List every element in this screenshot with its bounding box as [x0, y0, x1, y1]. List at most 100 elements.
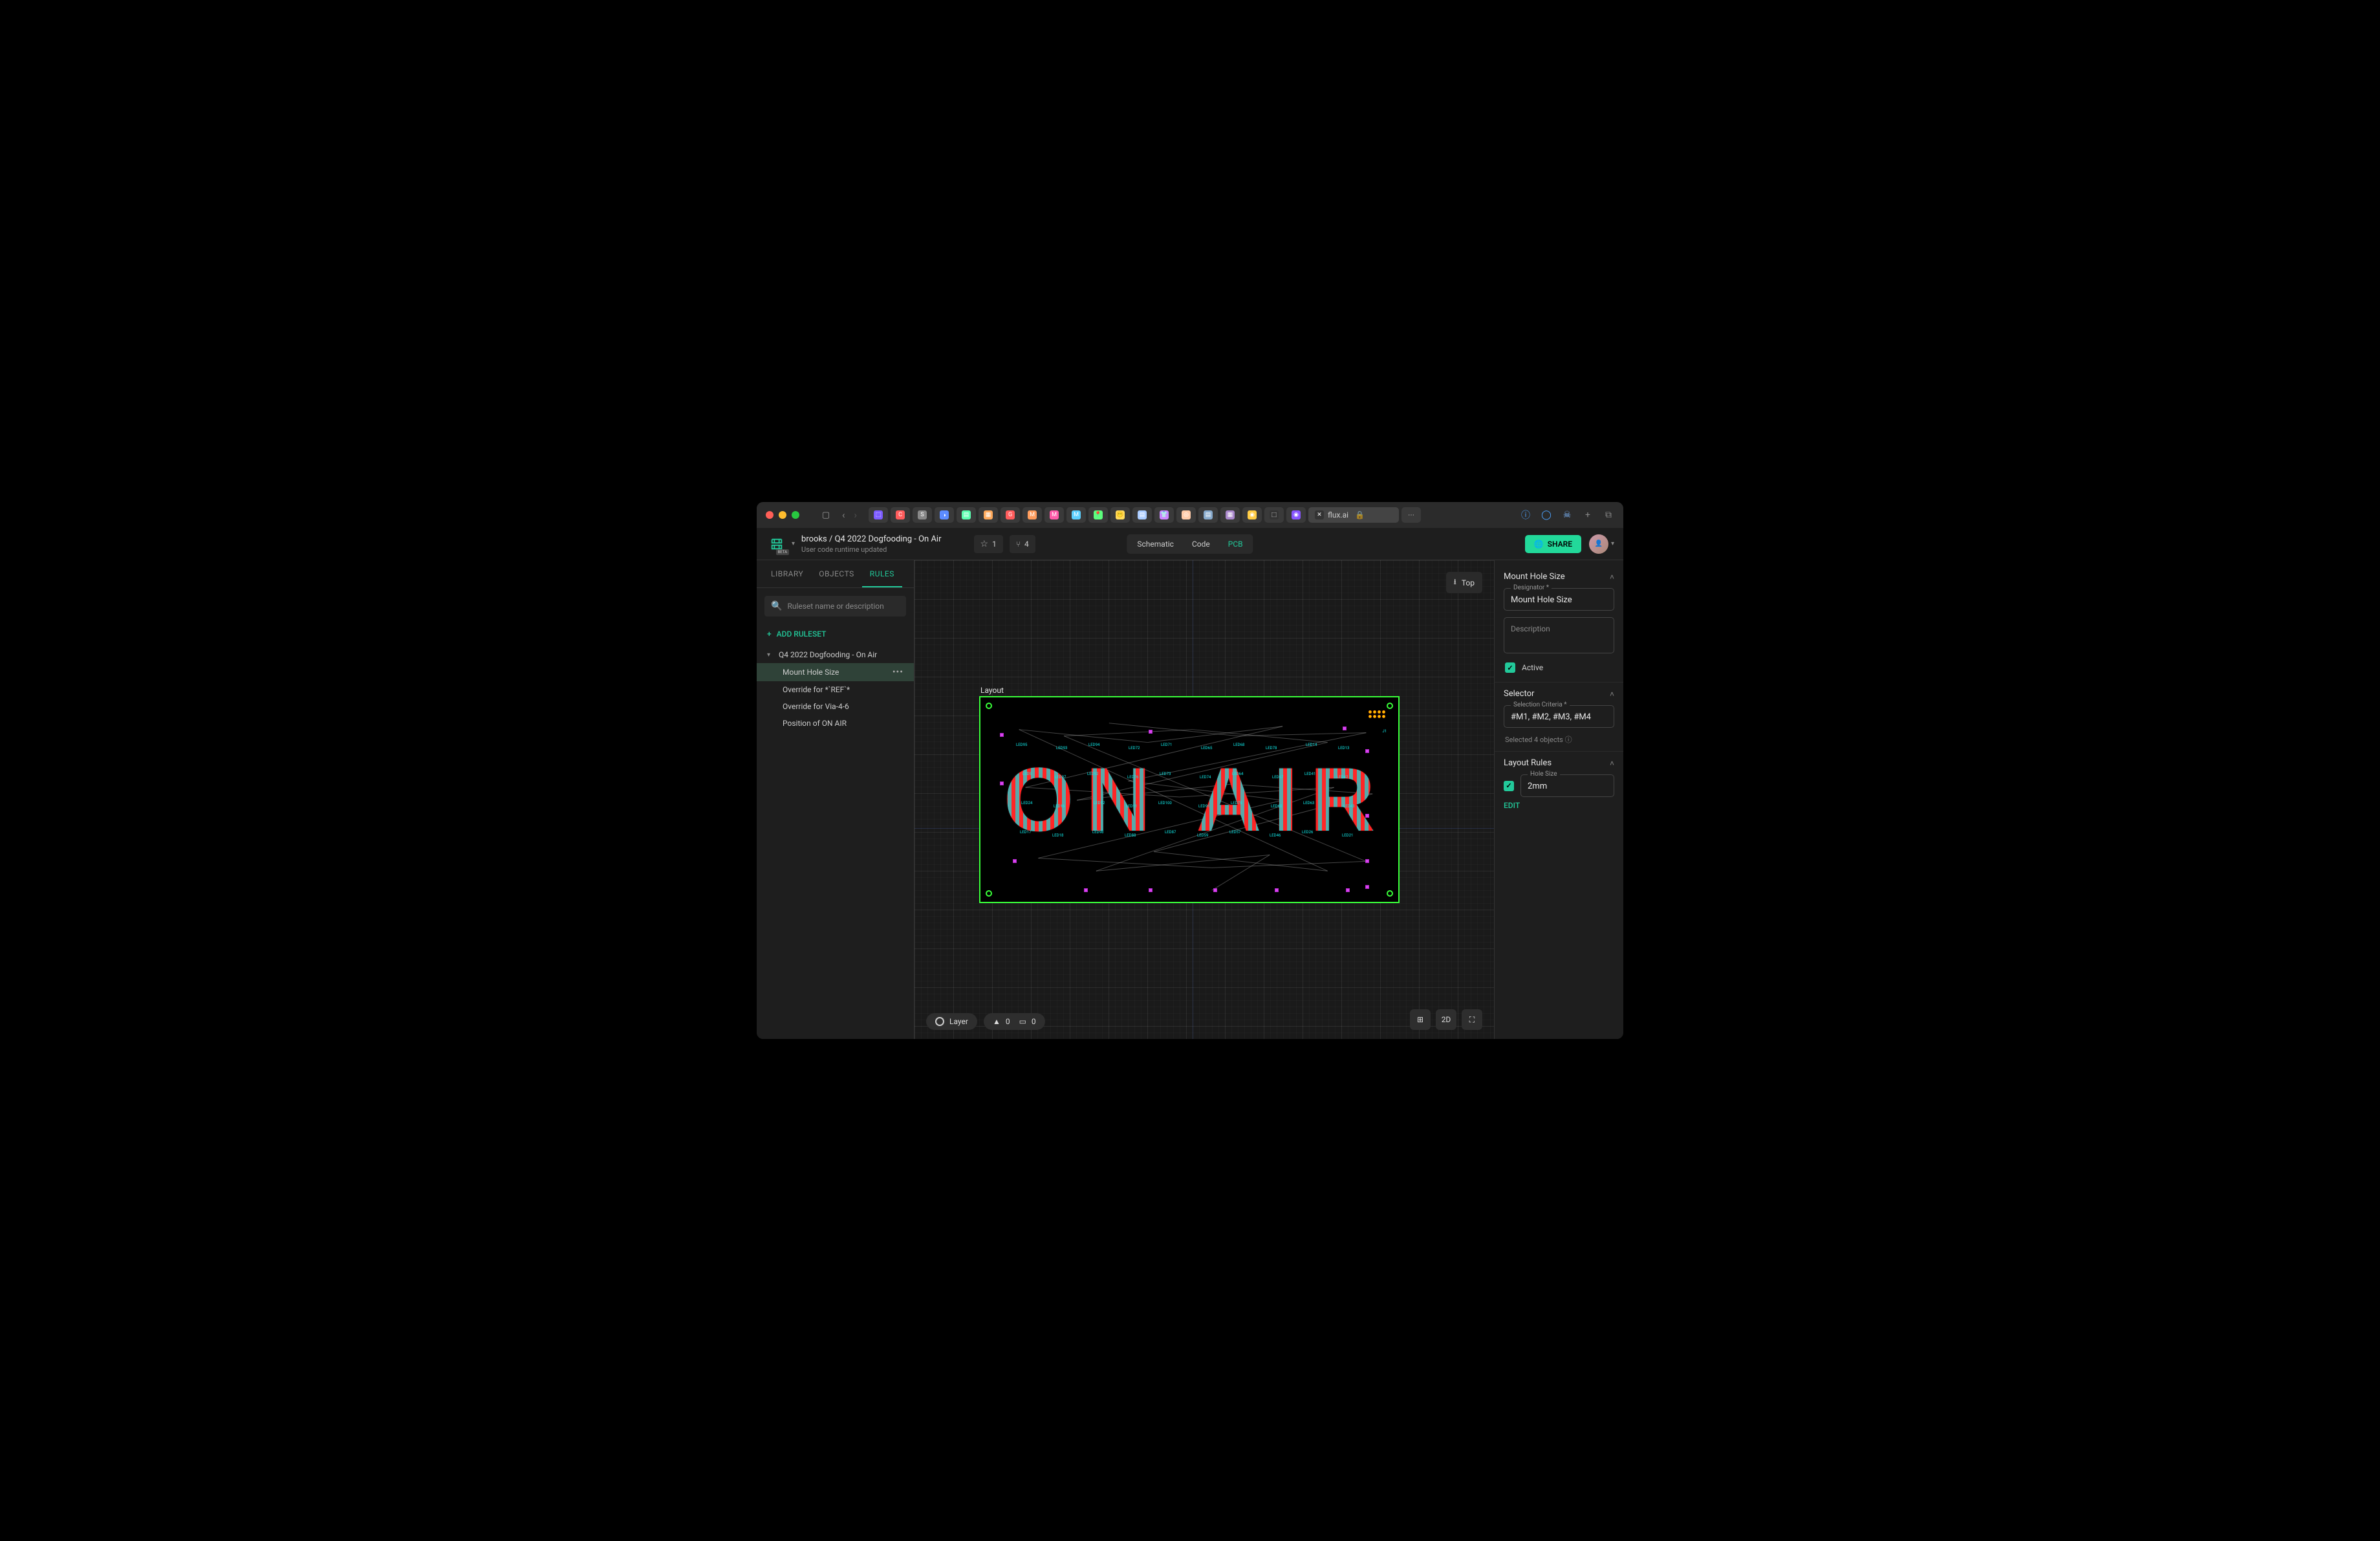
- skull-icon[interactable]: ☠: [1561, 509, 1573, 521]
- rules-search-input[interactable]: [787, 602, 900, 611]
- browser-tabs: ⬚CS◑▤▦GMMM📍😶▤👕◎▤▦◉⬚◉✕flux.ai🔒⋯: [869, 507, 1513, 523]
- rule-item[interactable]: Override for Via-4-6: [757, 698, 914, 715]
- edit-button[interactable]: EDIT: [1504, 797, 1614, 814]
- view-2d-button[interactable]: 2D: [1436, 1009, 1456, 1030]
- smd-pad: [1343, 727, 1347, 730]
- minimize-window-button[interactable]: [779, 511, 786, 519]
- grid-toggle-button[interactable]: ⊞: [1410, 1009, 1431, 1030]
- browser-tab[interactable]: 👕: [1154, 507, 1174, 523]
- browser-tab[interactable]: M: [1066, 507, 1086, 523]
- layer-selector[interactable]: Layer: [926, 1013, 977, 1030]
- active-checkbox-row[interactable]: ✓ Active: [1504, 660, 1614, 675]
- sidebar-tab-objects[interactable]: OBJECTS: [811, 560, 862, 587]
- sidebar-tab-rules[interactable]: RULES: [862, 560, 902, 587]
- star-button[interactable]: ☆ 1: [974, 535, 1003, 553]
- logo-dropdown-icon[interactable]: ▾: [792, 540, 795, 547]
- rule-title: Mount Hole Size: [1504, 572, 1565, 582]
- fullscreen-button[interactable]: ⛶: [1462, 1009, 1482, 1030]
- hole-size-label: Hole Size: [1528, 770, 1560, 778]
- browser-tab[interactable]: ⬚: [869, 507, 888, 523]
- hole-size-input[interactable]: [1528, 781, 1607, 791]
- browser-tab[interactable]: C: [891, 507, 910, 523]
- hole-size-checkbox[interactable]: ✓: [1504, 781, 1514, 791]
- chevron-up-icon: ˄: [1610, 690, 1614, 699]
- browser-tab[interactable]: S: [913, 507, 932, 523]
- browser-tab[interactable]: ◎: [1176, 507, 1196, 523]
- browser-tab[interactable]: ▤: [1132, 507, 1152, 523]
- lock-icon: 🔒: [1355, 510, 1365, 519]
- browser-tab[interactable]: ▦: [979, 507, 998, 523]
- browser-tab[interactable]: ▤: [957, 507, 976, 523]
- ruleset-group[interactable]: ▾ Q4 2022 Dogfooding - On Air: [757, 646, 914, 663]
- layout-label: Layout: [980, 686, 1004, 695]
- star-icon: ☆: [980, 539, 989, 549]
- browser-tab[interactable]: ⬚: [1264, 507, 1284, 523]
- tab-overflow-icon[interactable]: ⋯: [1401, 507, 1421, 523]
- rule-item-label: Position of ON AIR: [783, 719, 847, 728]
- extensions-icon[interactable]: ⓘ: [1520, 509, 1531, 521]
- led-ref-label: LED26: [1302, 830, 1313, 835]
- beta-badge: BETA: [776, 549, 789, 555]
- close-window-button[interactable]: [766, 511, 774, 519]
- led-ref-label: LED43: [1343, 804, 1354, 809]
- browser-tab[interactable]: M: [1022, 507, 1042, 523]
- pcb-canvas[interactable]: Layout J1 ON AIR LED95LED93LED94LED72LED…: [914, 560, 1494, 1039]
- add-ruleset-button[interactable]: + ADD RULESET: [757, 624, 914, 644]
- rule-item[interactable]: Override for *`REF`*: [757, 681, 914, 698]
- rules-search-box[interactable]: 🔍: [764, 596, 906, 617]
- led-ref-label: LED63: [1303, 801, 1314, 805]
- led-ref-label: LED97: [1055, 775, 1066, 780]
- smd-pad: [1013, 859, 1017, 863]
- nav-forward-icon[interactable]: ›: [854, 509, 858, 521]
- app-header: BETA ▾ brooks / Q4 2022 Dogfooding - On …: [757, 528, 1623, 560]
- rule-item[interactable]: Position of ON AIR: [757, 715, 914, 732]
- designator-input[interactable]: [1511, 595, 1607, 605]
- led-ref-label: LED95: [1016, 743, 1027, 747]
- share-button[interactable]: 🌐 SHARE: [1525, 535, 1581, 553]
- browser-tab[interactable]: 😶: [1110, 507, 1130, 523]
- description-input[interactable]: Description: [1511, 624, 1607, 648]
- led-ref-label: LED100: [1158, 801, 1172, 805]
- selector-header[interactable]: Selector ˄: [1504, 689, 1614, 699]
- layer-top-indicator[interactable]: ⭳ Top: [1446, 572, 1482, 593]
- led-ref-label: LED18: [1052, 833, 1063, 838]
- criteria-input[interactable]: [1511, 712, 1607, 722]
- browser-tab[interactable]: ◑: [935, 507, 954, 523]
- breadcrumb-project[interactable]: Q4 2022 Dogfooding - On Air: [835, 534, 942, 544]
- shield-icon[interactable]: ◯: [1541, 509, 1552, 521]
- sidebar-tab-library[interactable]: LIBRARY: [763, 560, 811, 587]
- smd-pad: [1000, 781, 1004, 785]
- rule-title-header[interactable]: Mount Hole Size ˄: [1504, 572, 1614, 582]
- app-logo[interactable]: BETA: [766, 533, 788, 555]
- view-tab-pcb[interactable]: PCB: [1219, 536, 1252, 552]
- fork-button[interactable]: ⑂ 4: [1010, 535, 1035, 553]
- view-tab-code[interactable]: Code: [1183, 536, 1219, 552]
- download-icon: ⭳: [1454, 576, 1456, 589]
- browser-tab[interactable]: ◉: [1286, 507, 1306, 523]
- active-checkbox[interactable]: ✓: [1505, 662, 1515, 673]
- browser-tab[interactable]: G: [1001, 507, 1020, 523]
- layer-icon: [935, 1017, 944, 1026]
- user-menu[interactable]: 👤 ▾: [1589, 534, 1614, 554]
- maximize-window-button[interactable]: [792, 511, 799, 519]
- new-tab-icon[interactable]: +: [1582, 509, 1594, 521]
- sidebar-toggle-icon[interactable]: ▢: [820, 509, 832, 521]
- browser-tab[interactable]: ▤: [1198, 507, 1218, 523]
- nav-back-icon[interactable]: ‹: [842, 509, 845, 521]
- browser-tab[interactable]: ▦: [1220, 507, 1240, 523]
- plus-icon: +: [767, 629, 772, 639]
- add-ruleset-label: ADD RULESET: [777, 629, 827, 639]
- view-tab-schematic[interactable]: Schematic: [1128, 536, 1183, 552]
- led-ref-label: LED78: [1266, 746, 1277, 750]
- rule-item[interactable]: Mount Hole Size•••: [757, 663, 914, 681]
- browser-tab[interactable]: ◉: [1242, 507, 1262, 523]
- selector-title: Selector: [1504, 689, 1534, 699]
- layout-rules-header[interactable]: Layout Rules ˄: [1504, 758, 1614, 768]
- drc-status[interactable]: ▲ 0 ▭ 0: [984, 1013, 1045, 1030]
- more-icon[interactable]: •••: [892, 667, 903, 677]
- breadcrumb-owner[interactable]: brooks: [801, 534, 827, 544]
- browser-tab[interactable]: 📍: [1088, 507, 1108, 523]
- browser-tab-active[interactable]: ✕flux.ai🔒: [1308, 507, 1399, 523]
- all-tabs-icon[interactable]: ⧉: [1603, 509, 1614, 521]
- browser-tab[interactable]: M: [1044, 507, 1064, 523]
